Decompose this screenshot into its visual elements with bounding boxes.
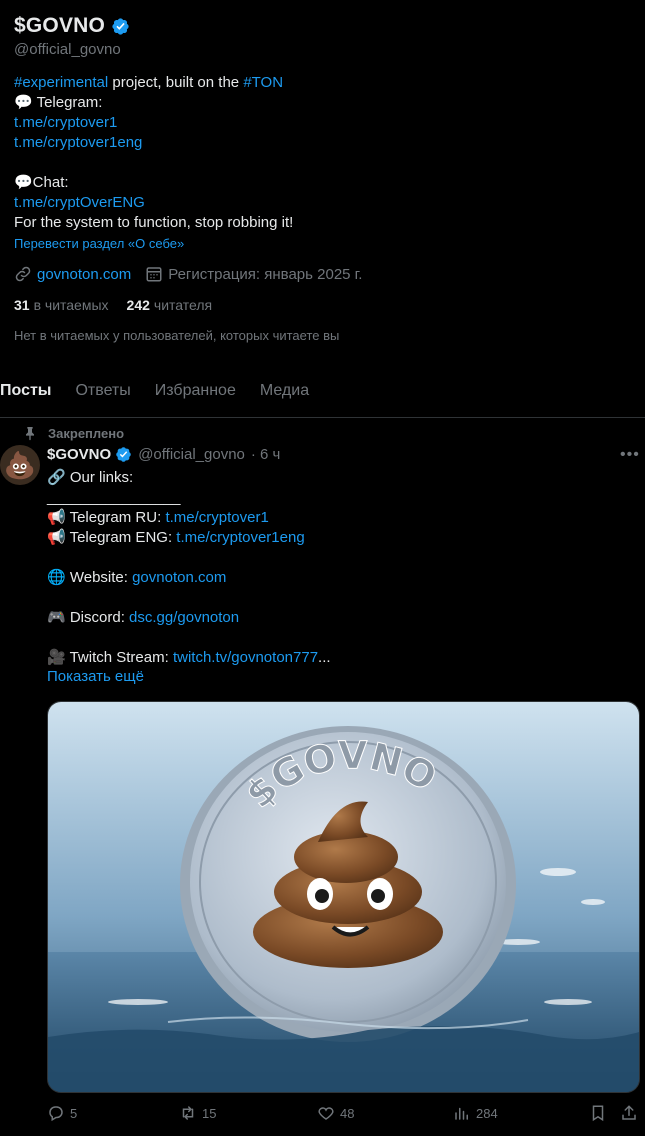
tab-likes[interactable]: Избранное xyxy=(155,372,236,417)
tweet-body: 🔗 Our links: ________________ 📢 Telegram… xyxy=(47,468,627,668)
tweet-line: 🌐 Website: govnoton.com xyxy=(47,568,627,588)
followers-label: читателя xyxy=(153,297,213,313)
tweet-author-name[interactable]: $GOVNO xyxy=(47,446,111,463)
tweet-line: 📢 Telegram ENG: t.me/cryptover1eng xyxy=(47,528,627,548)
tweet-line-label: 📢 Telegram ENG: xyxy=(47,529,177,546)
tweet-time[interactable]: · 6 ч xyxy=(251,446,281,463)
profile-display-name: $GOVNO xyxy=(14,14,106,37)
bio-line: 💬Chat: xyxy=(14,174,69,191)
avatar[interactable]: 💩 xyxy=(0,445,40,485)
following-stat[interactable]: 31 в читаемых xyxy=(14,297,109,313)
pin-icon xyxy=(26,427,34,441)
views-icon xyxy=(455,1107,468,1120)
repost-icon xyxy=(182,1106,194,1120)
share-button[interactable] xyxy=(620,1104,638,1122)
pinned-label: Закреплено xyxy=(48,425,125,441)
followers-count: 242 xyxy=(126,297,150,313)
coin-image: $GOVNO xyxy=(48,702,639,1092)
tweet-link[interactable]: dsc.gg/govnoton xyxy=(129,609,239,626)
tweet-line: 🎮 Discord: dsc.gg/govnoton xyxy=(47,608,627,628)
tab-media[interactable]: Медиа xyxy=(260,372,309,417)
verified-badge-icon[interactable] xyxy=(115,446,132,463)
reply-button[interactable]: 5 xyxy=(47,1104,77,1122)
tweet-media-image[interactable]: $GOVNO xyxy=(47,701,640,1093)
bio-line: #experimental project, built on the #TON xyxy=(14,73,624,93)
tab-posts[interactable]: Посты xyxy=(0,372,51,417)
avatar-poop-icon: 💩 xyxy=(3,449,37,480)
tweet-actions: 5 15 48 284 xyxy=(47,1104,645,1126)
heart-icon xyxy=(318,1107,334,1120)
tweet-link[interactable]: t.me/cryptover1eng xyxy=(176,529,304,546)
profile-bio: #experimental project, built on the #TON… xyxy=(14,73,624,233)
following-label: в читаемых xyxy=(33,297,109,313)
tweet-line-label: 📢 Telegram RU: xyxy=(47,509,166,526)
share-icon xyxy=(622,1105,636,1120)
tweet-line: ________________ xyxy=(47,489,181,506)
website-item: govnoton.com xyxy=(14,265,131,283)
tweet-link[interactable]: t.me/cryptover1 xyxy=(165,509,268,526)
joined-item: Регистрация: январь 2025 г. xyxy=(145,265,362,283)
like-button[interactable]: 48 xyxy=(317,1104,354,1122)
tweet-line-label: 🌐 Website: xyxy=(47,569,133,586)
reply-icon xyxy=(49,1106,63,1122)
profile-tabs: Посты Ответы Избранное Медиа xyxy=(0,372,645,418)
bio-link[interactable]: t.me/cryptOverENG xyxy=(14,193,624,213)
hashtag-link[interactable]: #experimental xyxy=(14,74,108,91)
bio-blank-line xyxy=(14,153,624,173)
joined-date: Регистрация: январь 2025 г. xyxy=(168,265,363,283)
profile-meta: govnoton.com Регистрация: январь 2025 г. xyxy=(14,265,362,283)
tweet-line: 📢 Telegram RU: t.me/cryptover1 xyxy=(47,508,627,528)
tweet-link[interactable]: twitch.tv/govnoton777 xyxy=(173,649,318,666)
tweet-line: 🎥 Twitch Stream: twitch.tv/govnoton777..… xyxy=(47,648,627,668)
tweet-ellipsis: ... xyxy=(318,649,331,666)
bookmark-icon xyxy=(592,1105,604,1122)
tweet-author-handle[interactable]: @official_govno xyxy=(138,446,245,463)
calendar-icon xyxy=(146,267,162,282)
translate-bio-link[interactable]: Перевести раздел «О себе» xyxy=(14,236,184,251)
follow-stats: 31 в читаемых 242 читателя xyxy=(14,297,212,313)
bio-line: 💬 Telegram: xyxy=(14,94,103,111)
following-count: 31 xyxy=(14,297,30,313)
tab-replies[interactable]: Ответы xyxy=(75,372,130,417)
pinned-indicator: Закреплено xyxy=(22,425,124,441)
tweet-line-label: 🎥 Twitch Stream: xyxy=(47,649,173,666)
tweet-link[interactable]: govnoton.com xyxy=(132,569,226,586)
profile-handle: @official_govno xyxy=(14,41,121,58)
website-link[interactable]: govnoton.com xyxy=(37,266,131,283)
verified-badge-icon[interactable] xyxy=(111,17,130,36)
bio-line: For the system to function, stop robbing… xyxy=(14,214,294,231)
bio-link[interactable]: t.me/cryptover1 xyxy=(14,113,624,133)
reply-count: 5 xyxy=(70,1105,78,1121)
more-options-icon[interactable]: ••• xyxy=(620,446,639,464)
repost-button[interactable]: 15 xyxy=(179,1104,216,1122)
tweet-header: $GOVNO @official_govno · 6 ч xyxy=(47,446,280,463)
hashtag-link[interactable]: #TON xyxy=(243,74,283,91)
bookmark-button[interactable] xyxy=(589,1104,607,1122)
followers-stat[interactable]: 242 читателя xyxy=(127,297,213,313)
bio-link[interactable]: t.me/cryptover1eng xyxy=(14,133,624,153)
bio-text: project, built on the xyxy=(108,74,244,91)
repost-count: 15 xyxy=(202,1105,217,1121)
tweet-line: 🔗 Our links: xyxy=(47,469,134,486)
tweet-line-label: 🎮 Discord: xyxy=(47,609,130,626)
followers-you-know-note: Нет в читаемых у пользователей, которых … xyxy=(14,328,340,343)
like-count: 48 xyxy=(340,1105,355,1121)
profile-name-row: $GOVNO xyxy=(14,14,130,38)
show-more-link[interactable]: Показать ещё xyxy=(47,668,144,685)
views-button[interactable]: 284 xyxy=(453,1104,498,1122)
views-count: 284 xyxy=(476,1105,498,1121)
link-icon xyxy=(15,266,31,282)
